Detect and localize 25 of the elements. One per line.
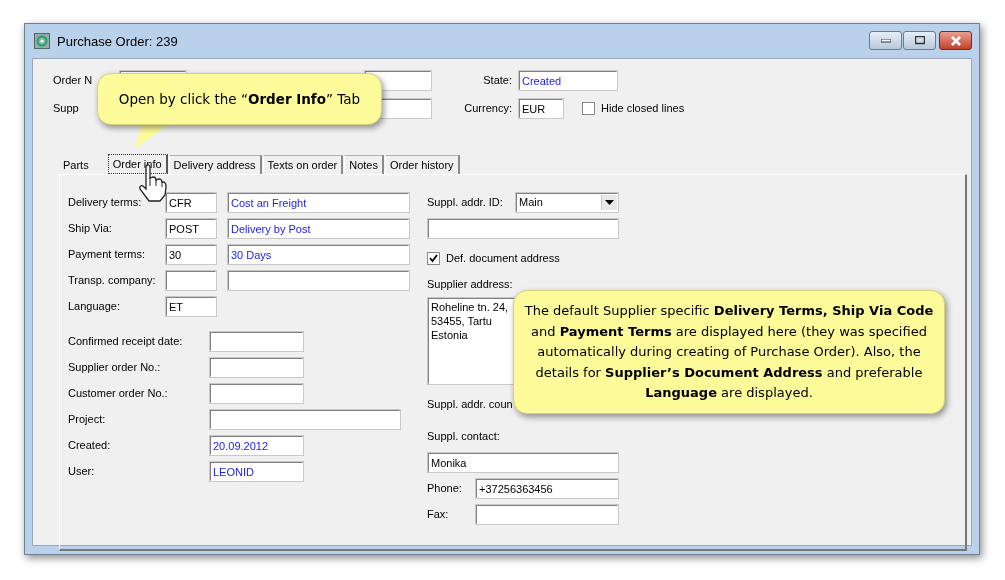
field-label: State: <box>482 74 513 86</box>
field-label: Ship Via: <box>68 222 113 234</box>
field-label: Suppl. addr. ID: <box>427 196 504 208</box>
field-label: Transp. company: <box>68 274 157 286</box>
field-label: Phone: <box>427 482 463 494</box>
field-label: Supplier order No.: <box>68 361 162 373</box>
field-label: Supp <box>53 102 80 114</box>
checkbox-label: Hide closed lines <box>601 102 685 114</box>
field-label: Created: <box>68 439 112 451</box>
field-label: Customer order No.: <box>68 387 169 399</box>
field-label: Confirmed receipt date: <box>68 335 184 347</box>
field-label: Fax: <box>427 508 450 520</box>
checkbox-label: Def. document address <box>446 252 560 264</box>
field-label: Currency: <box>463 102 513 114</box>
field-label: Suppl. contact: <box>427 429 501 444</box>
field-label: User: <box>68 465 96 477</box>
window-title: Purchase Order: 239 <box>57 33 178 49</box>
field-label: Supplier address: <box>427 277 514 292</box>
field-label: Delivery terms: <box>68 196 143 208</box>
field-label: Project: <box>68 413 107 425</box>
field-label: Order N <box>53 74 94 86</box>
field-label: Payment terms: <box>68 248 147 260</box>
field-label: Language: <box>68 300 121 312</box>
field-label: Suppl. addr. coun <box>427 397 514 412</box>
note-tooltip: The default Supplier specific Delivery Terms, Ship Via Code and Payment Terms are displayed here (they was specified automatically during creating of Purchase Order). Also, the details for Supplier’s Document Address and preferable Language are displayed. <box>513 290 945 414</box>
